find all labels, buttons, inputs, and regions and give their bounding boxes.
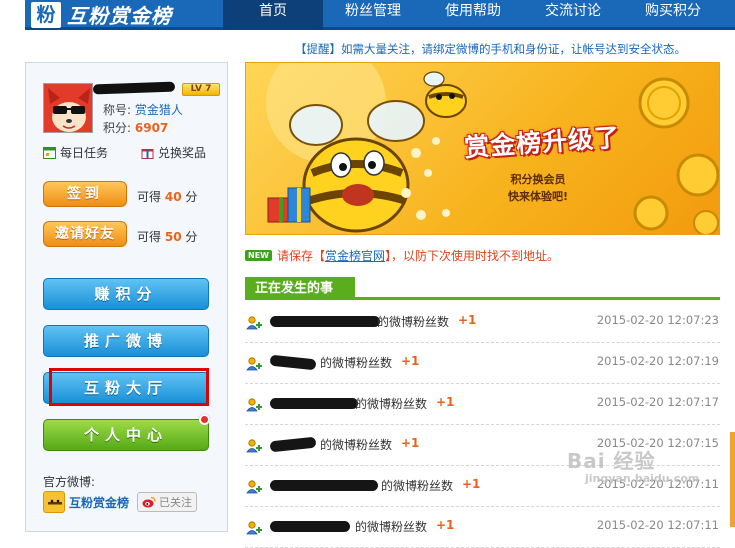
weibo-icon [142,496,156,508]
feed-row: 的微博粉丝数 +1 2015-02-20 12:07:11 [245,466,720,507]
feed-row: 的微博粉丝数 +1 2015-02-20 12:07:19 [245,343,720,384]
checkin-reward: 可得 40 分 [137,188,197,205]
invite-points: 50 [164,230,182,244]
daily-task-link[interactable]: 每日任务 [43,144,108,161]
feed-plus: +1 [436,395,455,409]
logo-text: 互粉赏金榜 [67,4,172,28]
save-site-notice: NEW 请保存【 赏金榜官网 】，以防下次使用时找不到地址。 [245,247,559,264]
fans-hall-button[interactable]: 互粉大厅 [43,372,209,404]
bee-icon [47,496,63,512]
title-value: 赏金猎人 [134,103,183,117]
redacted-username[interactable] [269,354,317,371]
happening-title: 正在发生的事 [245,277,355,300]
user-add-icon [246,357,262,371]
nav-help[interactable]: 使用帮助 [423,0,523,30]
level-badge: LV 7 [182,83,220,96]
official-weibo-row: 互粉赏金榜 已关注 [43,491,198,513]
site-logo[interactable]: 粉 互粉赏金榜 [31,1,172,28]
calendar-icon [43,147,56,159]
redeem-prize-label: 兑换奖品 [158,146,207,160]
invite-friends-button[interactable]: 邀请好友 [43,221,127,247]
nav-home[interactable]: 首页 [223,0,323,30]
top-header: 粉 互粉赏金榜 首页 粉丝管理 使用帮助 交流讨论 购买积分 [25,0,735,30]
followed-button[interactable]: 已关注 [137,492,198,512]
gift-icon [141,149,154,159]
nav-buy-points[interactable]: 购买积分 [623,0,723,30]
official-weibo-name[interactable]: 互粉赏金榜 [69,494,129,511]
earn-points-button[interactable]: 赚积分 [43,278,209,310]
invite-reward: 可得 50 分 [137,228,197,245]
official-weibo-label: 官方微博: [43,475,96,489]
feed-text: 的微博粉丝数 [320,438,393,452]
upgrade-banner[interactable]: 赏金榜升级了 积分换会员 快来体验吧! [245,62,720,235]
feed-text: 的微博粉丝数 [381,479,454,493]
feed-plus: +1 [458,313,477,327]
username-redacted [92,81,176,95]
nav-fans-management[interactable]: 粉丝管理 [323,0,423,30]
official-site-link[interactable]: 赏金榜官网 [325,247,385,264]
user-add-icon [246,521,262,535]
feed-row: 的微博粉丝数 +1 2015-02-20 12:07:17 [245,384,720,425]
title-label: 称号: [103,103,132,117]
checkin-unit: 分 [185,190,198,204]
security-notice: 【提醒】如需大量关注，请绑定微博的手机和身份证，让帐号达到安全状态。 [295,42,686,56]
invite-unit: 分 [185,230,198,244]
feed-row: 的微博粉丝数 +1 2015-02-20 12:07:15 [245,425,720,466]
banner-subtitle: 积分换会员 快来体验吧! [508,171,568,205]
official-avatar[interactable] [43,491,65,513]
redacted-username[interactable] [269,436,317,453]
promote-weibo-button[interactable]: 推广微博 [43,325,209,357]
personal-center-button[interactable]: 个人中心 [43,419,209,451]
title-line: 称号: 赏金猎人 [103,101,183,118]
invite-prefix: 可得 [137,230,162,244]
checkin-button[interactable]: 签到 [43,181,127,207]
user-add-icon [246,316,262,330]
feed-text: 的微博粉丝数 [355,397,428,411]
feed-time: 2015-02-20 12:07:11 [596,477,719,491]
new-badge: NEW [245,250,272,261]
main-nav: 首页 粉丝管理 使用帮助 交流讨论 购买积分 [223,0,723,30]
nav-discussion[interactable]: 交流讨论 [523,0,623,30]
feed-time: 2015-02-20 12:07:15 [596,436,719,450]
banner-sub-line2: 快来体验吧! [508,190,569,203]
feed-row: 的微博粉丝数 +1 2015-02-20 12:07:11 [245,507,720,548]
sidebar: LV 7 称号: 赏金猎人 积分: 6907 每日任务 兑换奖品 签到 可得 4… [25,62,228,532]
feed-text: 的微博粉丝数 [377,315,450,329]
feed-row: 的微博粉丝数 +1 2015-02-20 12:07:23 [245,302,720,343]
avatar[interactable] [43,83,93,133]
score-line: 积分: 6907 [103,119,168,136]
feed-plus: +1 [401,354,420,368]
feed-time: 2015-02-20 12:07:11 [596,518,719,532]
notification-dot [199,414,210,425]
redacted-username[interactable] [270,480,378,491]
user-add-icon [246,439,262,453]
feed-plus: +1 [436,518,455,532]
score-value: 6907 [134,121,169,135]
logo-mark: 粉 [31,1,61,28]
follow-status: 已关注 [159,496,193,509]
feed-time: 2015-02-20 12:07:17 [596,395,719,409]
redeem-prize-link[interactable]: 兑换奖品 [141,144,206,161]
feed-time: 2015-02-20 12:07:19 [596,354,719,368]
daily-task-label: 每日任务 [60,146,109,160]
feed-time: 2015-02-20 12:07:23 [596,313,719,327]
score-label: 积分: [103,121,132,135]
save-notice-suffix: 】，以防下次使用时找不到地址。 [385,249,560,263]
feed-text: 的微博粉丝数 [320,356,393,370]
redacted-username[interactable] [270,316,380,327]
redacted-username[interactable] [270,398,358,409]
happening-header: 正在发生的事 [245,277,720,300]
adjacent-panel-edge [730,432,735,527]
checkin-prefix: 可得 [137,190,162,204]
user-add-icon [246,480,262,494]
save-notice-prefix: 请保存【 [276,249,325,263]
feed-plus: +1 [462,477,481,491]
user-add-icon [246,398,262,412]
feed-plus: +1 [401,436,420,450]
checkin-points: 40 [164,190,182,204]
banner-sub-line1: 积分换会员 [510,173,566,186]
fox-avatar-icon [44,84,92,132]
